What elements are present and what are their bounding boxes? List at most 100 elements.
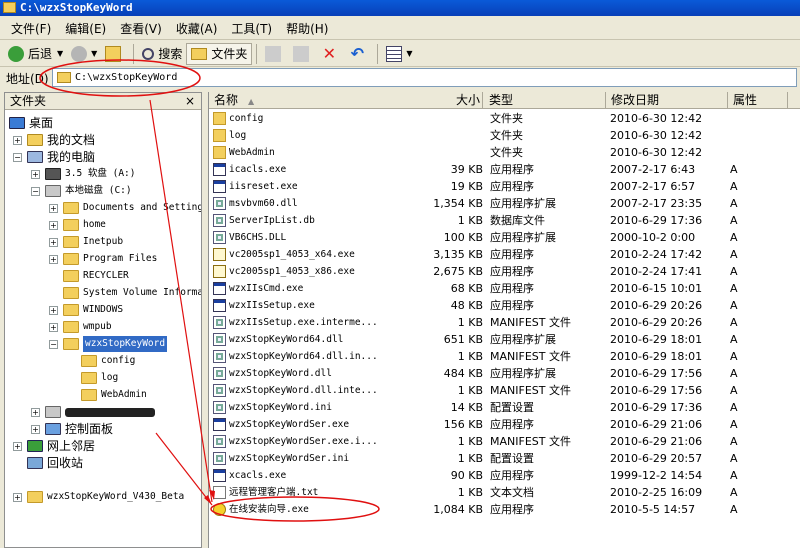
file-date: 2010-2-24 17:41 (610, 265, 703, 278)
tree-node[interactable]: System Volume Information (63, 285, 201, 301)
file-row[interactable]: ServerIpList.db 1 KB 数据库文件 2010-6-29 17:36 A (209, 212, 800, 229)
column-attributes[interactable]: 属性 (728, 92, 788, 109)
expand-icon[interactable]: + (31, 425, 40, 434)
file-row[interactable]: vc2005sp1_4053_x86.exe 2,675 KB 应用程序 2010-2… (209, 263, 800, 280)
tree-node[interactable]: + home (49, 217, 106, 233)
copy-to-button[interactable] (289, 43, 317, 65)
tree-node[interactable]: + wmpub (49, 319, 112, 335)
file-row[interactable]: wzxStopKeyWord.dll 484 KB 应用程序扩展 2010-6-29 … (209, 365, 800, 382)
expand-icon[interactable]: + (49, 204, 58, 213)
views-button[interactable]: ▼ (382, 43, 416, 65)
file-name: msvbvm60.dll (229, 198, 298, 209)
move-to-button[interactable] (261, 43, 289, 65)
folder-icon (63, 236, 79, 248)
dll-file-icon (213, 401, 226, 414)
address-input[interactable]: C:\wzxStopKeyWord (52, 68, 797, 87)
file-row[interactable]: wzxStopKeyWordSer.exe 156 KB 应用程序 2010-6-29… (209, 416, 800, 433)
title-bar[interactable]: C:\wzxStopKeyWord (0, 0, 800, 16)
menu-favorites[interactable]: 收藏(A) (169, 20, 225, 37)
column-date[interactable]: 修改日期 (606, 92, 728, 109)
exe-file-icon (213, 418, 226, 431)
file-row[interactable]: VB6CHS.DLL 100 KB 应用程序扩展 2000-10-2 0:00 A (209, 229, 800, 246)
tree-node[interactable]: − 本地磁盘 (C:) (31, 183, 132, 199)
tree-node[interactable]: + 控制面板 (31, 421, 113, 437)
tree-node[interactable]: config (81, 353, 135, 369)
expand-icon[interactable]: + (13, 136, 22, 145)
menu-file[interactable]: 文件(F) (4, 20, 58, 37)
file-type: 应用程序 (490, 265, 534, 278)
expand-icon[interactable]: + (49, 238, 58, 247)
tree-node[interactable]: − 我的电脑 (13, 149, 95, 165)
tree-node[interactable]: − wzxStopKeyWord (49, 336, 168, 352)
exe-file-icon (213, 469, 226, 482)
menu-tools[interactable]: 工具(T) (224, 20, 279, 37)
file-row[interactable]: wzxIIsSetup.exe 48 KB 应用程序 2010-6-29 20:26 A (209, 297, 800, 314)
file-row[interactable]: wzxStopKeyWord.ini 14 KB 配置设置 2010-6-29 17:… (209, 399, 800, 416)
forward-button[interactable]: ▼ (67, 43, 101, 65)
file-row[interactable]: msvbvm60.dll 1,354 KB 应用程序扩展 2007-2-17 23:3… (209, 195, 800, 212)
file-row[interactable]: log 文件夹 2010-6-30 12:42 (209, 127, 800, 144)
up-button[interactable] (101, 43, 129, 65)
file-row[interactable]: wzxStopKeyWord.dll.inte... 1 KB MANIFEST 文… (209, 382, 800, 399)
tree-node[interactable]: + Documents and Settings (49, 200, 201, 216)
tree-node[interactable]: + wzxStopKeyWord_V430_Beta (13, 489, 185, 505)
tree-node-redacted[interactable]: + (31, 404, 155, 420)
tree-node-label: WINDOWS (83, 304, 124, 315)
tree-node[interactable]: 回收站 (27, 455, 83, 471)
tree-node[interactable]: +3.5 软盘 (A:) (31, 166, 135, 182)
file-row[interactable]: wzxIIsSetup.exe.interme... 1 KB MANIFEST 文… (209, 314, 800, 331)
expand-icon[interactable]: + (49, 255, 58, 264)
file-row[interactable]: vc2005sp1_4053_x64.exe 3,135 KB 应用程序 2010-2… (209, 246, 800, 263)
tree-node[interactable]: + WINDOWS (49, 302, 124, 318)
tree-node[interactable]: WebAdmin (81, 387, 147, 403)
expand-icon[interactable]: + (49, 221, 58, 230)
file-row[interactable]: config 文件夹 2010-6-30 12:42 (209, 110, 800, 127)
expand-icon[interactable]: + (13, 442, 22, 451)
column-name[interactable]: 名称 ▲ (209, 92, 483, 109)
expand-icon[interactable]: + (31, 408, 40, 417)
undo-button[interactable]: ↶ (345, 43, 373, 65)
menu-view[interactable]: 查看(V) (113, 20, 169, 37)
file-row[interactable]: wzxStopKeyWordSer.exe.i... 1 KB MANIFEST 文… (209, 433, 800, 450)
tree-node[interactable]: + Inetpub (49, 234, 123, 250)
file-attributes: A (730, 214, 738, 227)
tree-node-label: wmpub (83, 321, 112, 332)
back-button[interactable]: 后退 ▼ (4, 43, 67, 65)
delete-button[interactable]: ✕ (317, 43, 345, 65)
file-row[interactable]: iisreset.exe 19 KB 应用程序 2007-2-17 6:57 A (209, 178, 800, 195)
file-row[interactable]: wzxIIsCmd.exe 68 KB 应用程序 2010-6-15 10:01 A (209, 280, 800, 297)
search-button[interactable]: 搜索 (138, 43, 186, 65)
close-icon[interactable]: × (185, 93, 195, 110)
column-type[interactable]: 类型 (484, 92, 606, 109)
collapse-icon[interactable]: − (49, 340, 58, 349)
file-row[interactable]: WebAdmin 文件夹 2010-6-30 12:42 (209, 144, 800, 161)
tree-node-label: wzxStopKeyWord_V430_Beta (47, 491, 185, 502)
folders-button[interactable]: 文件夹 (186, 42, 253, 65)
tree-node[interactable]: log (81, 370, 118, 386)
collapse-icon[interactable]: − (31, 187, 40, 196)
tree-node[interactable]: + Program Files (49, 251, 157, 267)
file-row[interactable]: xcacls.exe 90 KB 应用程序 1999-12-2 14:54 A (209, 467, 800, 484)
expand-icon[interactable]: + (49, 306, 58, 315)
tree-node[interactable]: 桌面 (9, 115, 53, 131)
collapse-icon[interactable]: − (13, 153, 22, 162)
file-row[interactable]: 在线安装向导.exe 1,084 KB 应用程序 2010-5-5 14:57 A (209, 501, 800, 518)
file-row[interactable]: wzxStopKeyWord64.dll.in... 1 KB MANIFEST 文… (209, 348, 800, 365)
file-name: wzxStopKeyWord.dll (229, 368, 332, 379)
expand-icon[interactable]: + (13, 493, 22, 502)
file-row[interactable]: icacls.exe 39 KB 应用程序 2007-2-17 6:43 A (209, 161, 800, 178)
folder-icon (63, 287, 79, 299)
file-row[interactable]: wzxStopKeyWord64.dll 651 KB 应用程序扩展 2010-6-2… (209, 331, 800, 348)
tree-node[interactable]: RECYCLER (63, 268, 129, 284)
dll-file-icon (213, 350, 226, 363)
tree-node[interactable]: + 我的文档 (13, 132, 95, 148)
file-row[interactable]: wzxStopKeyWordSer.ini 1 KB 配置设置 2010-6-29 2… (209, 450, 800, 467)
menu-edit[interactable]: 编辑(E) (58, 20, 113, 37)
menu-bar: 文件(F) 编辑(E) 查看(V) 收藏(A) 工具(T) 帮助(H) (0, 18, 800, 40)
folder-icon (191, 47, 208, 60)
expand-icon[interactable]: + (49, 323, 58, 332)
expand-icon[interactable]: + (31, 170, 40, 179)
menu-help[interactable]: 帮助(H) (279, 20, 335, 37)
file-row[interactable]: 远程管理客户端.txt 1 KB 文本文档 2010-2-25 16:09 A (209, 484, 800, 501)
tree-node[interactable]: + 网上邻居 (13, 438, 95, 454)
